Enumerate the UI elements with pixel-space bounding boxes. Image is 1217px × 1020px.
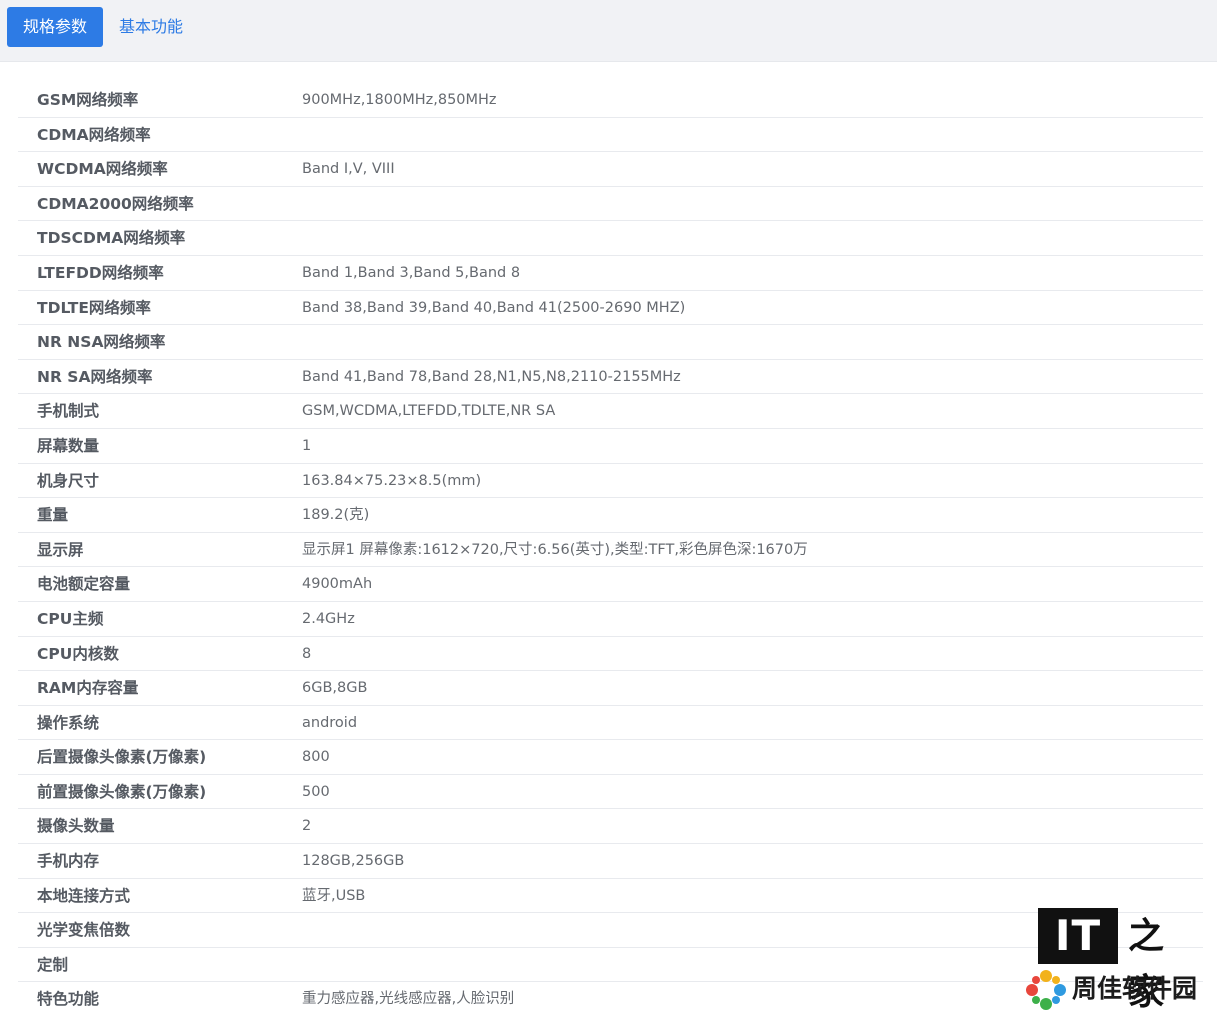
spec-label: 屏幕数量 [37,436,100,455]
spec-label: GSM网络频率 [37,91,139,109]
spec-value: 900MHz,1800MHz,850MHz [302,92,497,108]
spec-row: 重量 189.2(克) [18,498,1203,533]
spec-label: CPU内核数 [37,644,119,663]
spec-label: 前置摄像头像素(万像素) [37,782,207,801]
spec-row: 操作系统 android [18,706,1203,741]
ithome-logo-home: 之家 [1128,915,1165,1013]
spec-label: 操作系统 [37,713,100,732]
spec-label: NR SA网络频率 [37,367,153,386]
spec-row: 本地连接方式 蓝牙,USB [18,879,1203,914]
spec-label: 光学变焦倍数 [37,921,131,940]
spec-label: 特色功能 [37,990,100,1009]
spec-row: CPU内核数 8 [18,637,1203,672]
spec-value: 1 [302,437,312,454]
zhoujia-watermark: 周佳软件园 [1024,966,1214,1012]
spec-row: CDMA网络频率 [18,118,1203,153]
spec-label: 手机制式 [37,402,100,421]
spec-value: 163.84×75.23×8.5(mm) [302,472,482,489]
spec-row: 光学变焦倍数 [18,913,1203,948]
spec-row: TDSCDMA网络频率 [18,221,1203,256]
spec-value: 2 [302,818,312,835]
spec-label: 重量 [37,506,69,525]
spec-label: 摄像头数量 [37,817,115,836]
spec-label: CDMA网络频率 [37,125,151,144]
spec-value: Band Ⅰ,V, VIII [302,161,395,178]
spec-table: GSM网络频率 900MHz,1800MHz,850MHz CDMA网络频率 WCDM… [18,83,1203,1017]
spec-row: 电池额定容量 4900mAh [18,567,1203,602]
spec-row: CDMA2000网络频率 [18,187,1203,222]
spec-row: 前置摄像头像素(万像素) 500 [18,775,1203,810]
spec-label: LTEFDD网络频率 [37,263,164,282]
spec-label: CDMA2000网络频率 [37,194,194,213]
spec-row: 屏幕数量 1 [18,429,1203,464]
tab-bar: 规格参数 基本功能 [0,0,1217,62]
ithome-logo-it: IT [1054,911,1102,960]
spec-row: 摄像头数量 2 [18,809,1203,845]
zhoujia-logo-text: 周佳软件园 [1072,974,1198,1003]
spec-label: 后置摄像头像素(万像素) [37,748,207,767]
spec-value: Band 1,Band 3,Band 5,Band 8 [302,264,521,281]
spec-row: 后置摄像头像素(万像素) 800 [18,740,1203,775]
spec-value: 重力感应器,光线感应器,人脸识别 [302,991,515,1008]
spec-label: 定制 [37,955,69,974]
spec-label: 手机内存 [37,852,100,871]
spec-value: 500 [302,783,330,800]
spec-value: 800 [302,749,330,766]
tab-basic-functions[interactable]: 基本功能 [119,7,183,47]
pinwheel-logo-icon [1026,970,1066,1010]
ithome-watermark: IT 之家 [1038,908,1198,1013]
spec-row: RAM内存容量 6GB,8GB [18,671,1203,706]
spec-value: 6GB,8GB [302,680,368,697]
spec-value: android [302,714,358,731]
spec-label: TDSCDMA网络频率 [37,229,186,248]
spec-label: CPU主频 [37,609,104,628]
spec-row: 机身尺寸 163.84×75.23×8.5(mm) [18,464,1203,499]
spec-row: NR NSA网络频率 [18,325,1203,360]
spec-row: NR SA网络频率 Band 41,Band 78,Band 28,N1,N5,N… [18,360,1203,395]
spec-row: GSM网络频率 900MHz,1800MHz,850MHz [18,83,1203,118]
spec-value: 蓝牙,USB [302,887,366,904]
spec-value: Band 38,Band 39,Band 40,Band 41(2500-269… [302,299,686,316]
spec-value: GSM,WCDMA,LTEFDD,TDLTE,NR SA [302,403,556,420]
spec-row: TDLTE网络频率 Band 38,Band 39,Band 40,Band 41… [18,291,1203,326]
spec-label: NR NSA网络频率 [37,333,166,352]
spec-label: RAM内存容量 [37,679,139,698]
spec-value: 4900mAh [302,576,373,593]
spec-row: 手机制式 GSM,WCDMA,LTEFDD,TDLTE,NR SA [18,394,1203,429]
spec-value: 189.2(克) [302,507,370,524]
spec-value: Band 41,Band 78,Band 28,N1,N5,N8,2110-21… [302,368,681,385]
spec-label: 显示屏 [37,540,84,559]
spec-row: LTEFDD网络频率 Band 1,Band 3,Band 5,Band 8 [18,256,1203,291]
spec-value: 128GB,256GB [302,853,405,870]
spec-row: 手机内存 128GB,256GB [18,844,1203,879]
spec-label: 机身尺寸 [37,471,100,490]
tab-specs[interactable]: 规格参数 [7,7,103,47]
spec-row: WCDMA网络频率 Band Ⅰ,V, VIII [18,152,1203,187]
spec-label: 电池额定容量 [37,575,131,594]
spec-label: 本地连接方式 [37,886,131,905]
spec-label: WCDMA网络频率 [37,160,168,179]
spec-label: TDLTE网络频率 [37,298,151,317]
spec-row: CPU主频 2.4GHz [18,602,1203,637]
spec-row: 显示屏 显示屏1 屏幕像素:1612×720,尺寸:6.56(英寸),类型:TFT… [18,533,1203,568]
spec-value: 2.4GHz [302,610,355,627]
spec-value: 显示屏1 屏幕像素:1612×720,尺寸:6.56(英寸),类型:TFT,彩色… [302,541,808,558]
spec-value: 8 [302,645,312,662]
